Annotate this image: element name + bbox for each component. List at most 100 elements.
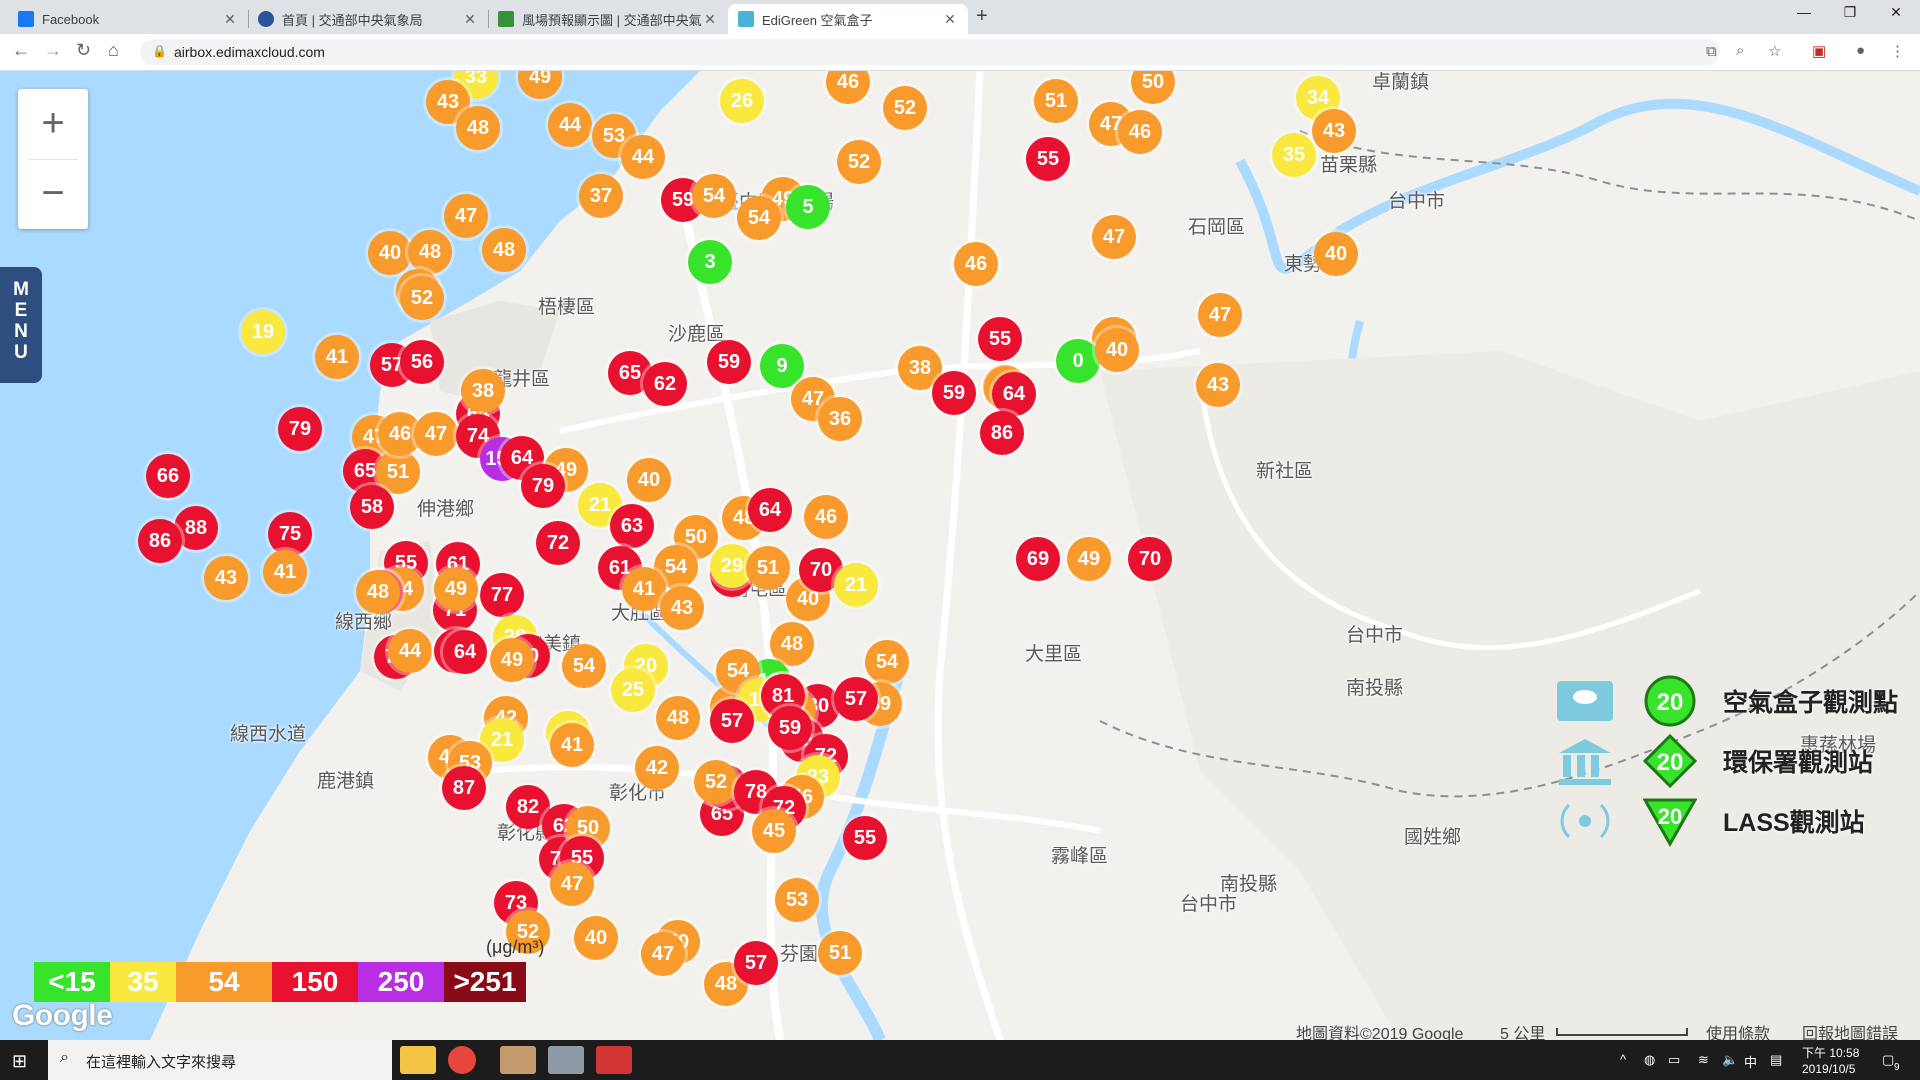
app-icon[interactable] bbox=[548, 1046, 584, 1074]
airbox-marker[interactable]: 49 bbox=[1067, 537, 1111, 581]
airbox-marker[interactable]: 55 bbox=[843, 816, 887, 860]
taskbar-search[interactable]: ⌕ 在這裡輸入文字來搜尋 bbox=[48, 1040, 392, 1080]
tab-facebook[interactable]: Facebook ✕ bbox=[8, 4, 248, 34]
airbox-marker[interactable]: 37 bbox=[579, 174, 623, 218]
airbox-marker[interactable]: 25 bbox=[611, 668, 655, 712]
airbox-marker[interactable]: 41 bbox=[550, 723, 594, 767]
airbox-marker[interactable]: 52 bbox=[400, 276, 444, 320]
address-bar[interactable]: 🔒 airbox.edimaxcloud.com ⧉ bbox=[140, 39, 1720, 65]
airbox-marker[interactable]: 43 bbox=[1312, 109, 1356, 153]
airbox-marker[interactable]: 70 bbox=[1128, 537, 1172, 581]
airbox-marker[interactable]: 44 bbox=[621, 135, 665, 179]
airbox-marker[interactable]: 9 bbox=[760, 344, 804, 388]
airbox-marker[interactable]: 21 bbox=[834, 563, 878, 607]
airbox-marker[interactable]: 52 bbox=[837, 140, 881, 184]
back-arrow-icon[interactable]: ← bbox=[12, 40, 30, 61]
airbox-marker[interactable]: 56 bbox=[400, 340, 444, 384]
restore-button[interactable]: ❐ bbox=[1830, 4, 1870, 21]
tray-volume-icon[interactable]: 🔈 bbox=[1722, 1052, 1738, 1068]
airbox-marker[interactable]: 43 bbox=[1196, 363, 1240, 407]
map-canvas[interactable]: 臺中國際機場卓蘭鎮東勢區新社區沙鹿區龍井區大肚區線西鄉鹿港鎮彰化縣彰化市台中市南… bbox=[0, 71, 1920, 1040]
tray-ime-mode-icon[interactable]: ▤ bbox=[1770, 1052, 1782, 1068]
tab-wind-forecast[interactable]: 風場預報顯示圖 | 交通部中央氣象 ✕ bbox=[488, 4, 728, 34]
notification-icon[interactable]: ▢ bbox=[1882, 1052, 1894, 1068]
airbox-marker[interactable]: 66 bbox=[146, 454, 190, 498]
airbox-marker[interactable]: 47 bbox=[444, 194, 488, 238]
airbox-marker[interactable]: 5 bbox=[786, 185, 830, 229]
tray-wifi-icon[interactable]: ≋ bbox=[1698, 1052, 1709, 1068]
zoom-out-button[interactable]: − bbox=[18, 159, 88, 229]
airbox-marker[interactable]: 55 bbox=[978, 317, 1022, 361]
airbox-marker[interactable]: 47 bbox=[641, 932, 685, 976]
airbox-marker[interactable]: 40 bbox=[368, 231, 412, 275]
home-icon[interactable]: ⌂ bbox=[108, 40, 119, 61]
airbox-marker[interactable]: 75 bbox=[268, 512, 312, 556]
airbox-marker[interactable]: 54 bbox=[692, 174, 736, 218]
airbox-marker[interactable]: 57 bbox=[734, 941, 778, 985]
minimize-button[interactable]: — bbox=[1784, 4, 1824, 20]
airbox-marker[interactable]: 52 bbox=[883, 86, 927, 130]
airbox-marker[interactable]: 38 bbox=[461, 369, 505, 413]
airbox-marker[interactable]: 47 bbox=[1092, 215, 1136, 259]
airbox-marker[interactable]: 45 bbox=[752, 809, 796, 853]
reload-icon[interactable]: ↻ bbox=[76, 40, 91, 61]
airbox-marker[interactable]: 41 bbox=[315, 335, 359, 379]
airbox-marker[interactable]: 57 bbox=[834, 677, 878, 721]
airbox-marker[interactable]: 53 bbox=[775, 878, 819, 922]
airbox-marker[interactable]: 64 bbox=[992, 372, 1036, 416]
report-error-link[interactable]: 回報地圖錯誤 bbox=[1802, 1020, 1898, 1040]
airbox-marker[interactable]: 40 bbox=[574, 916, 618, 960]
clock-time[interactable]: 下午 10:58 bbox=[1802, 1044, 1859, 1061]
airbox-marker[interactable]: 26 bbox=[720, 79, 764, 123]
airbox-marker[interactable]: 57 bbox=[710, 699, 754, 743]
airbox-marker[interactable]: 63 bbox=[610, 504, 654, 548]
windows-start-icon[interactable]: ⊞ bbox=[12, 1051, 27, 1072]
airbox-marker[interactable]: 51 bbox=[818, 931, 862, 975]
airbox-marker[interactable]: 40 bbox=[1095, 328, 1139, 372]
airbox-marker[interactable]: 59 bbox=[932, 371, 976, 415]
airbox-marker[interactable]: 48 bbox=[656, 696, 700, 740]
airbox-marker[interactable]: 48 bbox=[356, 570, 400, 614]
airbox-marker[interactable]: 47 bbox=[1198, 293, 1242, 337]
airbox-marker[interactable]: 46 bbox=[1118, 110, 1162, 154]
profile-icon[interactable]: ● bbox=[1856, 42, 1865, 59]
menu-toggle-button[interactable]: M E N U bbox=[0, 267, 42, 383]
airbox-marker[interactable]: 64 bbox=[748, 488, 792, 532]
airbox-marker[interactable]: 48 bbox=[456, 106, 500, 150]
airbox-marker[interactable]: 69 bbox=[1016, 537, 1060, 581]
app-icon[interactable] bbox=[596, 1046, 632, 1074]
bookmark-star-icon[interactable]: ☆ bbox=[1768, 42, 1781, 60]
forward-arrow-icon[interactable]: → bbox=[44, 40, 62, 61]
airbox-marker[interactable]: 49 bbox=[434, 567, 478, 611]
airbox-marker[interactable]: 54 bbox=[562, 644, 606, 688]
ime-indicator[interactable]: 中 bbox=[1744, 1052, 1757, 1071]
translate-icon[interactable]: ⧉ bbox=[1706, 43, 1717, 60]
airbox-marker[interactable]: 62 bbox=[643, 362, 687, 406]
airbox-marker[interactable]: 35 bbox=[1272, 133, 1316, 177]
airbox-marker[interactable]: 36 bbox=[818, 397, 862, 441]
airbox-marker[interactable]: 19 bbox=[241, 310, 285, 354]
airbox-marker[interactable]: 51 bbox=[1034, 79, 1078, 123]
airbox-marker[interactable]: 47 bbox=[414, 412, 458, 456]
new-tab-button[interactable]: + bbox=[976, 5, 988, 28]
airbox-marker[interactable]: 44 bbox=[388, 629, 432, 673]
airbox-marker[interactable]: 64 bbox=[443, 630, 487, 674]
airbox-marker[interactable]: 44 bbox=[548, 103, 592, 147]
terms-link[interactable]: 使用條款 bbox=[1706, 1020, 1770, 1040]
close-icon[interactable]: ✕ bbox=[462, 11, 478, 28]
airbox-marker[interactable]: 77 bbox=[480, 573, 524, 617]
airbox-marker[interactable]: 59 bbox=[768, 706, 812, 750]
close-icon[interactable]: ✕ bbox=[942, 11, 958, 28]
airbox-marker[interactable]: 79 bbox=[521, 464, 565, 508]
zoom-in-button[interactable]: + bbox=[18, 89, 88, 159]
airbox-marker[interactable]: 86 bbox=[138, 519, 182, 563]
tab-edigreen[interactable]: EdiGreen 空氣盒子 ✕ bbox=[728, 4, 968, 34]
airbox-marker[interactable]: 54 bbox=[737, 196, 781, 240]
airbox-marker[interactable]: 46 bbox=[804, 495, 848, 539]
airbox-marker[interactable]: 48 bbox=[408, 230, 452, 274]
zoom-icon[interactable]: ⌕ bbox=[1736, 42, 1744, 59]
extension-icon[interactable]: ▣ bbox=[1812, 42, 1826, 60]
tab-cwb-home[interactable]: 首頁 | 交通部中央氣象局 ✕ bbox=[248, 4, 488, 34]
airbox-marker[interactable]: 3 bbox=[688, 240, 732, 284]
airbox-marker[interactable]: 54 bbox=[865, 640, 909, 684]
